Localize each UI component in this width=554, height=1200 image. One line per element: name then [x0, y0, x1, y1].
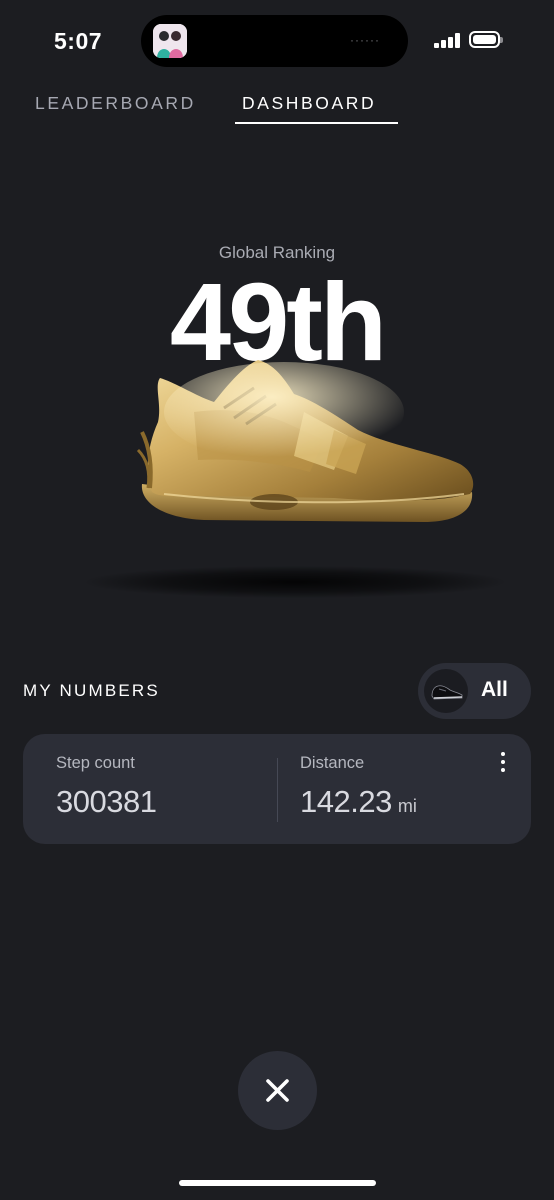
sneaker-shadow: [86, 566, 504, 598]
step-count-number: 300381: [56, 784, 157, 819]
shoe-filter-button[interactable]: All: [418, 663, 531, 719]
dynamic-island[interactable]: ······: [141, 15, 408, 67]
step-count-value: 300381: [56, 784, 157, 820]
close-button[interactable]: [238, 1051, 317, 1130]
active-tab-indicator: [235, 122, 398, 124]
stats-divider: [277, 758, 278, 822]
tab-leaderboard[interactable]: LEADERBOARD: [35, 93, 196, 114]
close-icon: [266, 1079, 289, 1102]
my-numbers-title: MY NUMBERS: [23, 681, 160, 700]
more-options-icon[interactable]: [493, 750, 515, 774]
tab-dashboard[interactable]: DASHBOARD: [242, 93, 376, 114]
distance-unit: mi: [397, 796, 417, 816]
dashboard-screen: 5:07 ······ LEADERBOARD DASHBOARD Global…: [0, 0, 554, 1200]
island-indicator: ······: [350, 33, 380, 47]
cellular-signal-icon: [434, 33, 462, 48]
distance-value: 142.23 mi: [300, 784, 417, 820]
stats-card: Step count 300381 Distance 142.23 mi: [23, 734, 531, 844]
step-count-label: Step count: [56, 754, 135, 772]
filter-label: All: [481, 678, 508, 701]
home-indicator[interactable]: [179, 1180, 376, 1186]
distance-label: Distance: [300, 754, 365, 772]
ranking-caption: Global Ranking: [218, 243, 336, 262]
distance-number: 142.23: [300, 784, 392, 819]
battery-icon: [469, 31, 503, 48]
sneaker-thumbnail-icon: [424, 669, 468, 713]
gold-sneaker-icon: [136, 360, 474, 522]
status-time: 5:07: [54, 28, 103, 54]
live-activity-app-icon: [153, 24, 187, 58]
